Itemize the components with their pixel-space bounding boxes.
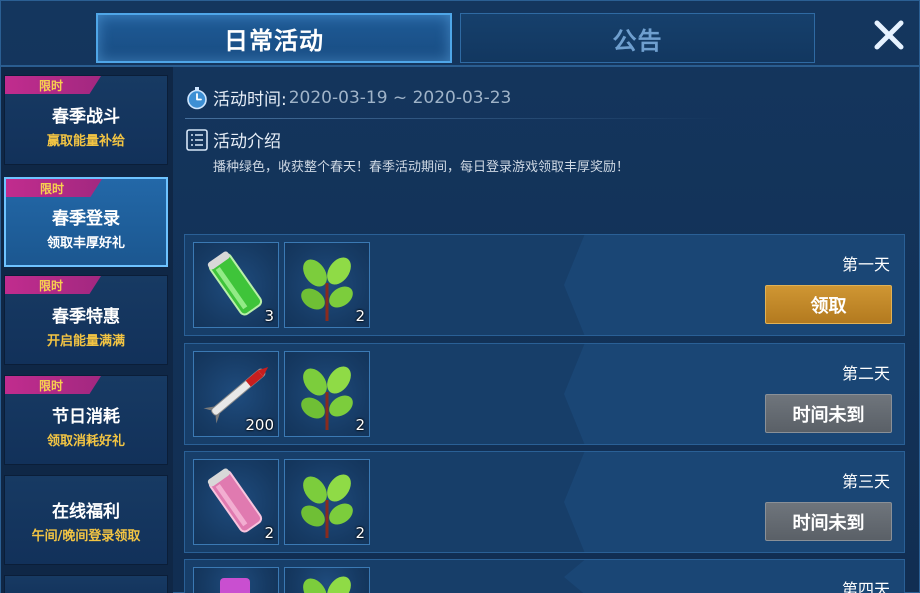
reward-item[interactable] xyxy=(193,567,279,593)
limited-badge: 限时 xyxy=(5,276,101,294)
sidebar-item-title: 春季登录 xyxy=(52,208,120,229)
reward-item-count: 2 xyxy=(355,524,365,542)
event-window: 日常活动 公告 限时 春季战斗 赢取能量补给 限时 春季登录 领取丰厚好礼 限时… xyxy=(0,0,920,593)
sidebar-item-online-bonus[interactable]: 在线福利 午间/晚间登录领取 xyxy=(4,475,168,565)
sidebar-item-spring-battle[interactable]: 限时 春季战斗 赢取能量补给 xyxy=(4,75,168,165)
pink-item-icon xyxy=(220,578,250,593)
sidebar-item-spring-sale[interactable]: 限时 春季特惠 开启能量满满 xyxy=(4,275,168,365)
limited-badge: 限时 xyxy=(6,179,102,197)
tab-announcement[interactable]: 公告 xyxy=(460,13,815,63)
reward-item-count: 2 xyxy=(264,524,274,542)
reward-row-day3: 2 2 第三天 时间未到 xyxy=(184,451,905,553)
reward-item[interactable]: 2 xyxy=(284,242,370,328)
day-label: 第三天 xyxy=(841,472,890,491)
reward-row-day4: 第四天 xyxy=(184,559,905,593)
tab-daily-activity[interactable]: 日常活动 xyxy=(96,13,452,63)
sidebar: 限时 春季战斗 赢取能量补给 限时 春季登录 领取丰厚好礼 限时 春季特惠 开启… xyxy=(1,67,173,593)
sidebar-item-title: 春季战斗 xyxy=(52,106,120,127)
tab-daily-activity-label: 日常活动 xyxy=(224,26,324,55)
sidebar-item-title: 在线福利 xyxy=(52,501,120,522)
section-divider xyxy=(185,118,725,119)
sidebar-item-subtitle: 午间/晚间登录领取 xyxy=(31,528,141,544)
reward-item-count: 2 xyxy=(355,416,365,434)
sidebar-item-subtitle: 开启能量满满 xyxy=(46,333,125,349)
sidebar-item-holiday-spend[interactable]: 限时 节日消耗 领取消耗好礼 xyxy=(4,375,168,465)
reward-item[interactable]: 200 xyxy=(193,351,279,437)
reward-item-count: 200 xyxy=(245,416,274,434)
close-button[interactable] xyxy=(867,13,911,57)
activity-time-row: 活动时间: 2020-03-19 ~ 2020-03-23 xyxy=(185,85,511,110)
reward-item[interactable]: 2 xyxy=(284,459,370,545)
reward-row-day1: 3 2 第一天 领取 xyxy=(184,234,905,336)
activity-time-label: 活动时间: xyxy=(213,90,287,110)
activity-intro-label: 活动介绍 xyxy=(213,132,281,152)
claim-button[interactable]: 领取 xyxy=(765,285,892,324)
day-label: 第一天 xyxy=(841,255,890,274)
sidebar-item-subtitle: 领取消耗好礼 xyxy=(46,433,125,449)
reward-item[interactable]: 3 xyxy=(193,242,279,328)
limited-badge: 限时 xyxy=(5,376,101,394)
sidebar-item-title: 春季特惠 xyxy=(52,306,120,327)
reward-item[interactable] xyxy=(284,567,370,593)
not-yet-button[interactable]: 时间未到 xyxy=(765,394,892,433)
sidebar-item-subtitle: 领取丰厚好礼 xyxy=(46,235,125,251)
sidebar-item-partial[interactable] xyxy=(4,575,168,593)
sidebar-item-spring-login[interactable]: 限时 春季登录 领取丰厚好礼 xyxy=(4,177,168,267)
tab-announcement-label: 公告 xyxy=(612,26,663,55)
reward-item[interactable]: 2 xyxy=(284,351,370,437)
reward-item-count: 3 xyxy=(264,307,274,325)
sapling-icon xyxy=(303,576,351,593)
activity-intro-text: 播种绿色，收获整个春天！春季活动期间，每日登录游戏领取丰厚奖励！ xyxy=(213,160,630,175)
reward-item[interactable]: 2 xyxy=(193,459,279,545)
reward-item-count: 2 xyxy=(355,307,365,325)
sidebar-item-title: 节日消耗 xyxy=(52,406,120,427)
day-label: 第四天 xyxy=(841,580,890,593)
stopwatch-icon xyxy=(187,86,207,109)
activity-intro-row: 活动介绍 xyxy=(185,127,281,152)
not-yet-button[interactable]: 时间未到 xyxy=(765,502,892,541)
list-icon xyxy=(186,128,208,151)
activity-time-value: 2020-03-19 ~ 2020-03-23 xyxy=(288,87,512,108)
sidebar-item-subtitle: 赢取能量补给 xyxy=(46,133,125,149)
limited-badge: 限时 xyxy=(5,76,101,94)
reward-row-day2: 200 2 第二天 时间未到 xyxy=(184,343,905,445)
close-icon xyxy=(874,20,904,50)
day-label: 第二天 xyxy=(841,364,890,383)
